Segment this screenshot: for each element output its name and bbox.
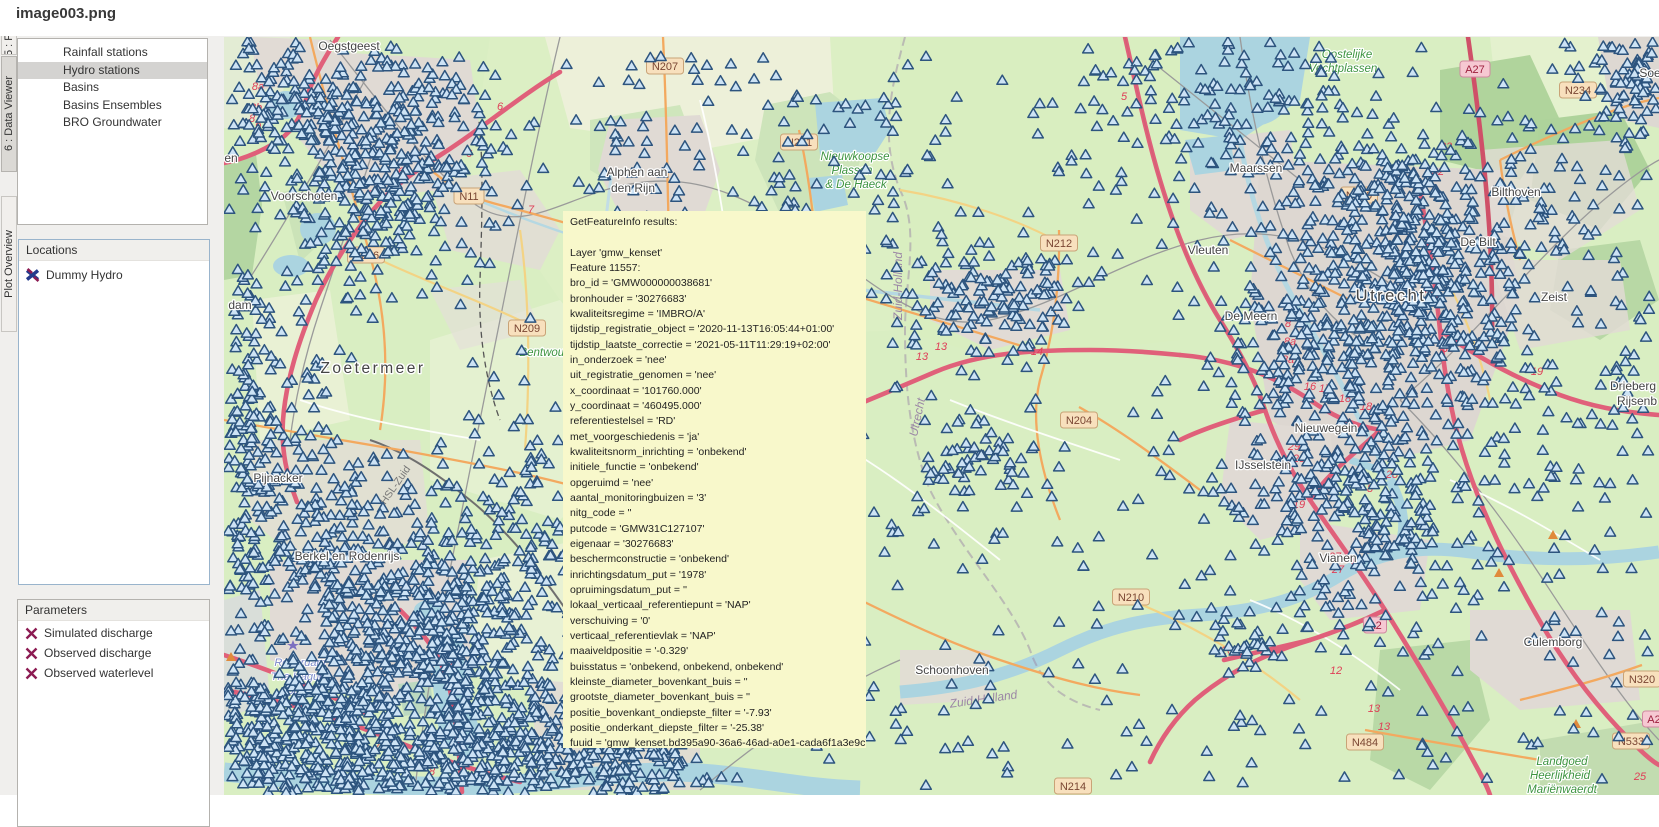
svg-text:Pijnacker: Pijnacker — [253, 471, 302, 485]
svg-text:13: 13 — [1378, 721, 1391, 733]
svg-text:Zeist: Zeist — [1541, 290, 1568, 304]
svg-text:Berkel en Rodenrijs: Berkel en Rodenrijs — [295, 549, 400, 563]
svg-text:Landgoed: Landgoed — [1536, 756, 1588, 768]
svg-text:Oegstgeest: Oegstgeest — [318, 39, 380, 53]
svg-text:N214: N214 — [1060, 781, 1086, 793]
svg-text:Heerlijkheid: Heerlijkheid — [1530, 770, 1591, 782]
svg-text:12: 12 — [1330, 665, 1342, 677]
svg-text:13: 13 — [916, 351, 929, 363]
svg-text:N11: N11 — [459, 191, 478, 203]
svg-text:N212: N212 — [1046, 238, 1072, 250]
svg-text:Culemborg: Culemborg — [1524, 635, 1583, 649]
svg-text:dam: dam — [228, 298, 251, 312]
svg-text:Voorschoten: Voorschoten — [271, 189, 338, 203]
svg-text:Mariënwaerdt: Mariënwaerdt — [1527, 784, 1597, 795]
svg-text:Utrecht: Utrecht — [1356, 287, 1427, 305]
svg-text:De Bilt: De Bilt — [1460, 235, 1496, 249]
svg-text:13: 13 — [1368, 703, 1381, 715]
svg-text:Schoonhoven: Schoonhoven — [915, 663, 988, 677]
svg-text:13: 13 — [935, 341, 948, 353]
svg-text:& De Haeck: & De Haeck — [825, 179, 888, 191]
svg-text:Zoetermeer: Zoetermeer — [320, 360, 425, 377]
svg-text:Soe: Soe — [1639, 66, 1659, 80]
svg-text:en: en — [224, 151, 237, 165]
svg-text:Rijsenb: Rijsenb — [1617, 394, 1657, 408]
svg-text:N209: N209 — [514, 323, 540, 335]
svg-text:N204: N204 — [1066, 415, 1092, 427]
svg-text:Zuid-Holland: Zuid-Holland — [891, 252, 905, 321]
svg-text:7: 7 — [528, 204, 535, 216]
svg-text:N210: N210 — [1118, 592, 1144, 604]
svg-text:A27: A27 — [1465, 64, 1485, 76]
svg-text:den Rijn: den Rijn — [611, 181, 655, 195]
svg-text:N320: N320 — [1629, 674, 1655, 686]
svg-text:Drieberg: Drieberg — [1610, 379, 1656, 393]
svg-text:IJsselstein: IJsselstein — [1235, 458, 1291, 472]
svg-text:N207: N207 — [652, 61, 678, 73]
svg-text:A2: A2 — [1647, 714, 1659, 726]
svg-text:Nieuwegein: Nieuwegein — [1295, 421, 1358, 435]
svg-text:N484: N484 — [1352, 737, 1378, 749]
svg-text:5: 5 — [1121, 91, 1128, 103]
svg-text:Bilthoven: Bilthoven — [1491, 185, 1540, 199]
svg-text:Maarssen: Maarssen — [1230, 161, 1283, 175]
svg-text:6: 6 — [497, 101, 504, 113]
svg-text:25: 25 — [1633, 771, 1647, 783]
svg-text:Vleuten: Vleuten — [1188, 243, 1229, 257]
svg-text:Vianen: Vianen — [1319, 551, 1356, 565]
svg-text:De Meern: De Meern — [1225, 309, 1278, 323]
svg-text:Alphen aan: Alphen aan — [607, 165, 668, 179]
